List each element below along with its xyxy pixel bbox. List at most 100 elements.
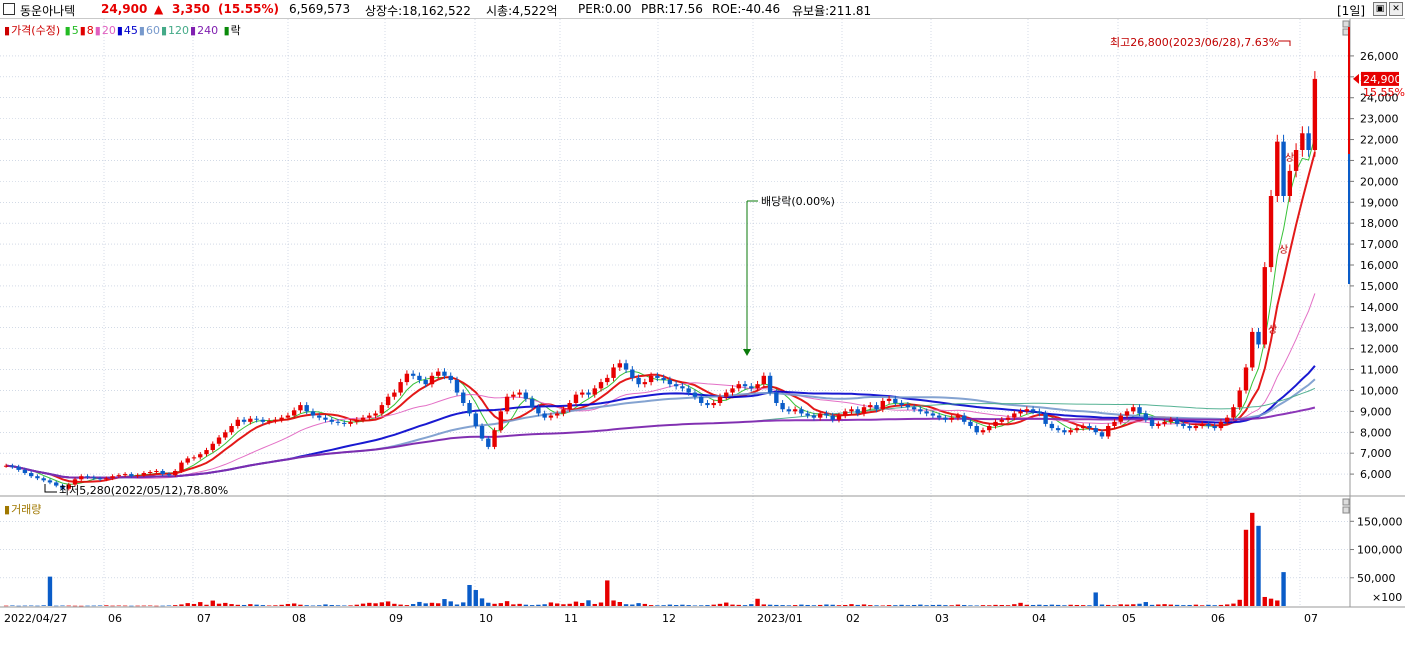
candle-body xyxy=(22,469,28,474)
volume-bar xyxy=(573,601,579,606)
candle-body xyxy=(699,396,704,403)
volume-bar xyxy=(523,604,529,606)
volume-bar xyxy=(179,604,184,606)
volume-bar xyxy=(16,605,21,607)
volume-bar xyxy=(1018,602,1023,606)
price-tick-label: 13,000 xyxy=(1360,322,1399,335)
candle-body xyxy=(335,421,341,423)
volume-bar xyxy=(686,605,691,606)
volume-bar xyxy=(1149,604,1155,606)
volume-bar xyxy=(611,600,616,606)
candle-body xyxy=(1293,150,1299,171)
price-tick-label: 16,000 xyxy=(1360,259,1399,272)
candle-body xyxy=(97,478,103,480)
volume-bar xyxy=(254,604,259,606)
volume-bar xyxy=(605,580,610,606)
close-icon[interactable]: ✕ xyxy=(1389,2,1403,16)
candle-body xyxy=(943,417,948,420)
candle-body xyxy=(1087,426,1092,429)
candle-body xyxy=(836,415,842,420)
candle-body xyxy=(786,409,792,412)
volume-bar xyxy=(417,601,422,606)
volume-bar xyxy=(680,604,685,606)
volume-bar xyxy=(1055,604,1061,606)
volume-bar xyxy=(1137,603,1142,606)
volume-bar xyxy=(504,601,510,606)
volume-bar xyxy=(861,604,867,606)
candle-body xyxy=(47,480,53,483)
period-selector[interactable]: [1일] xyxy=(1337,2,1365,19)
candle-body xyxy=(166,474,172,476)
volume-bar xyxy=(692,605,698,606)
candle-body xyxy=(974,426,979,433)
x-tick-label: 07 xyxy=(1304,612,1318,625)
restore-icon[interactable]: ▣ xyxy=(1373,2,1387,16)
candle-body xyxy=(611,367,616,378)
volume-bar xyxy=(141,605,147,607)
candle-body xyxy=(774,392,779,403)
candle-body xyxy=(91,477,96,479)
candle-body xyxy=(930,413,936,416)
volume-bar xyxy=(1206,604,1211,606)
current-price: 24,900 xyxy=(101,2,148,16)
volume-bar xyxy=(811,605,817,606)
candle-body xyxy=(1149,419,1155,426)
x-tick-label: 06 xyxy=(1211,612,1225,625)
candle-body xyxy=(849,409,854,412)
volume-bar xyxy=(1080,605,1086,606)
candle-body xyxy=(673,384,679,387)
candle-body xyxy=(266,420,272,422)
volume-bar xyxy=(1199,605,1205,606)
volume-tick-label: 50,000 xyxy=(1357,572,1396,585)
volume-bar xyxy=(886,605,892,606)
price-change: 3,350 xyxy=(172,2,210,16)
price-tick-label: 18,000 xyxy=(1360,217,1399,230)
price-tick-label: 20,000 xyxy=(1360,175,1399,188)
candle-body xyxy=(536,407,541,414)
roe-value: ROE:-40.46 xyxy=(712,2,781,16)
volume-bar xyxy=(517,603,522,606)
candle-body xyxy=(993,421,998,426)
volume-bar xyxy=(1168,604,1174,606)
candle-body xyxy=(1300,133,1305,150)
candle-body xyxy=(486,438,491,447)
volume-bar xyxy=(22,605,28,607)
candle-body xyxy=(805,413,810,416)
volume-bar xyxy=(1143,602,1148,606)
candle-body xyxy=(1124,411,1130,416)
volume-bar xyxy=(216,603,222,606)
volume-bar xyxy=(1037,604,1042,606)
volume-bar xyxy=(705,605,710,606)
x-tick-label: 06 xyxy=(108,612,122,625)
grid-lines xyxy=(0,19,1350,607)
candle-body xyxy=(442,371,447,376)
volume-bar xyxy=(204,604,209,606)
candle-body xyxy=(511,394,516,397)
stock-name[interactable]: 동운아나텍 xyxy=(20,2,75,19)
ma-legend-label-5: 5 xyxy=(71,24,79,37)
stock-chart[interactable]: 26,00025,00024,00023,00022,00021,00020,0… xyxy=(0,19,1405,648)
ma-line-20 xyxy=(6,293,1316,479)
x-tick-label: 04 xyxy=(1032,612,1046,625)
volume-bar xyxy=(868,605,873,606)
ma-legend-marker-icon: ▮ xyxy=(79,24,86,37)
legend-ex-label: 락 xyxy=(230,24,241,37)
upper-limit-label: 상 xyxy=(1285,152,1294,164)
candle-body xyxy=(830,415,835,420)
volume-bar xyxy=(298,604,303,606)
candle-body xyxy=(323,417,328,420)
candle-body xyxy=(893,398,898,403)
volume-bar xyxy=(955,604,961,606)
volume-bar xyxy=(454,604,460,606)
volume-bar xyxy=(54,605,59,607)
candle-body xyxy=(918,409,923,412)
volume-bar xyxy=(147,605,153,607)
select-checkbox[interactable] xyxy=(3,3,15,15)
volume-bar xyxy=(3,605,9,607)
volume-bar xyxy=(987,605,992,606)
volume-bar xyxy=(66,605,71,607)
low-annotation: 최저5,280(2022/05/12),78.80% xyxy=(59,484,228,497)
candle-body xyxy=(16,466,21,470)
volume-bar xyxy=(479,598,485,606)
reserve-ratio: 유보율:211.81 xyxy=(792,4,872,18)
